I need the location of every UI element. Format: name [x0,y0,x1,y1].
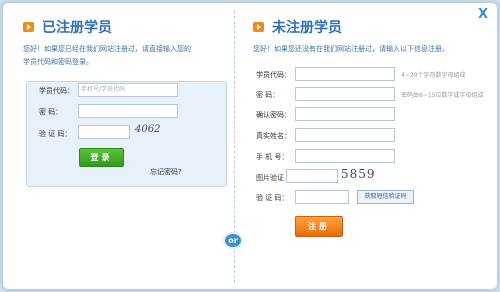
login-captcha-input[interactable] [78,125,130,139]
forgot-password-link[interactable]: 忘记密码? [150,167,182,177]
or-badge: or [223,232,243,249]
unregistered-title: 未注册学员 [272,20,342,36]
login-code-label: 学员代码： [39,87,74,95]
login-button[interactable]: 登录 [79,148,124,167]
reg-password-hint: 密码由6~15位数字或字母组成 [401,92,484,99]
login-password-label: 密 码： [39,108,63,116]
reg-image-captcha-input[interactable] [286,169,338,183]
reg-realname-input[interactable] [295,128,395,142]
play-arrow-icon [23,22,34,32]
play-arrow-icon [253,22,264,32]
close-icon[interactable]: X [477,8,489,21]
registered-section-title: 已注册学员 [23,17,112,37]
reg-code-hint: 4~20个字符数字母组成 [401,72,466,79]
login-password-input[interactable] [78,104,178,118]
reg-code-label: 学员代码： [256,71,291,79]
reg-phone-input[interactable] [295,149,395,163]
reg-password-input[interactable] [295,87,395,101]
reg-code-input[interactable] [295,67,395,81]
reg-realname-label: 真实姓名： [256,132,291,140]
registered-description-line1: 您好！如果您已经在我们网站注册过，请直接输入您的 [23,45,191,53]
reg-sms-captcha-label: 验 证 码： [256,194,289,202]
reg-confirm-label: 确认密码： [256,111,291,119]
reg-phone-label: 手 机 号： [256,153,289,161]
login-captcha-image[interactable]: 4062 [135,124,160,135]
reg-captcha-image[interactable]: 5859 [341,167,376,181]
unregistered-description: 您好！如果您还没有在我们网站注册过，请输入以下信息注册。 [253,45,449,53]
unregistered-section-title: 未注册学员 [253,17,342,37]
registered-description-line2: 学员代码和密码登录。 [23,58,93,66]
register-button[interactable]: 注册 [295,216,343,237]
get-sms-code-button[interactable]: 获取短信验证码 [357,190,414,204]
login-register-dialog: X 已注册学员 您好！如果您已经在我们网站注册过，请直接输入您的 学员代码和密码… [2,2,498,290]
registered-title: 已注册学员 [42,20,112,36]
login-code-input[interactable]: 手机号/学员代码 [78,83,178,97]
reg-password-label: 密 码： [256,91,280,99]
registered-description: 您好！如果您已经在我们网站注册过，请直接输入您的 学员代码和密码登录。 [23,43,228,69]
reg-sms-captcha-input[interactable] [295,190,349,204]
reg-image-captcha-label: 图片验证 [256,174,284,182]
reg-confirm-input[interactable] [295,107,395,121]
login-captcha-label: 验 证 码： [39,130,72,138]
